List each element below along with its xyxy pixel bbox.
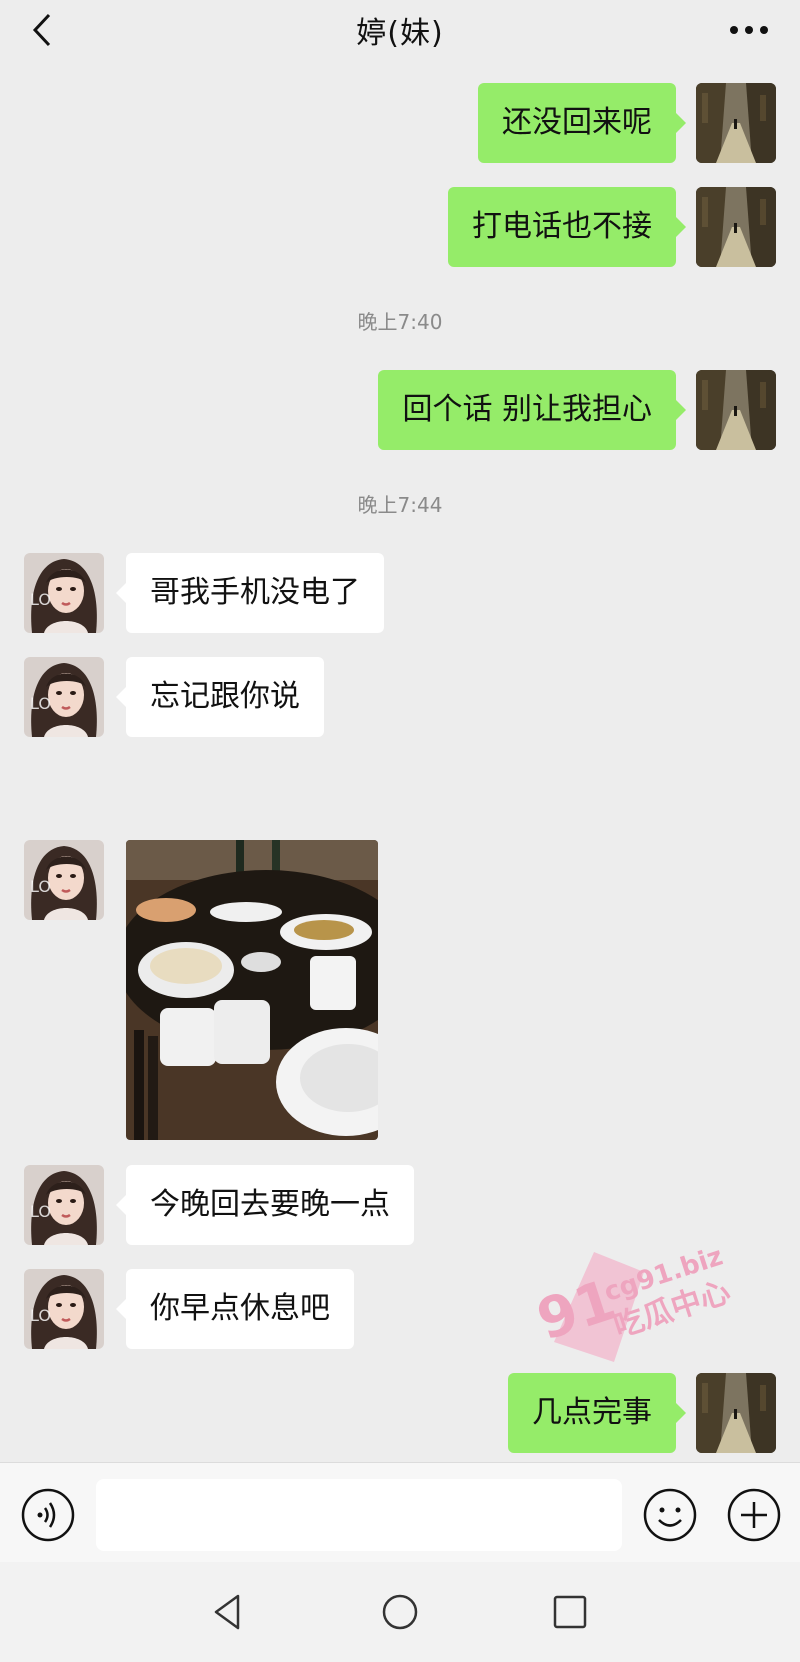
my-avatar[interactable] — [696, 187, 776, 267]
message-outgoing: 回个话 别让我担心 — [378, 370, 776, 450]
message-bubble[interactable]: 还没回来呢 — [478, 83, 686, 163]
emoji-icon — [643, 1488, 697, 1542]
back-button[interactable] — [22, 10, 62, 50]
message-outgoing: 几点完事 — [508, 1373, 776, 1453]
timestamp: 晚上7:40 — [357, 310, 443, 334]
voice-icon — [21, 1488, 75, 1542]
message-bubble[interactable]: 忘记跟你说 — [116, 657, 324, 737]
message-bubble[interactable]: 打电话也不接 — [448, 187, 686, 267]
message-incoming: 今晚回去要晚一点 — [24, 1165, 414, 1245]
message-bubble[interactable]: 回个话 别让我担心 — [378, 370, 686, 450]
contact-avatar[interactable] — [24, 1165, 104, 1245]
chevron-left-icon — [32, 13, 51, 47]
timestamp: 晚上7:44 — [357, 493, 443, 517]
message-incoming: 忘记跟你说 — [24, 657, 324, 737]
shared-photo[interactable] — [126, 840, 378, 1140]
contact-avatar[interactable] — [24, 657, 104, 737]
chat-title: 婷(妹) — [356, 16, 444, 51]
message-bubble[interactable]: 哥我手机没电了 — [116, 553, 384, 633]
site-watermark: 91 cg91.biz 吃瓜中心 — [530, 1222, 754, 1372]
more-dots-icon — [730, 26, 768, 34]
nav-home-button[interactable] — [378, 1590, 422, 1634]
message-input[interactable] — [96, 1479, 622, 1551]
message-incoming: 你早点休息吧 — [24, 1269, 354, 1349]
square-recents-icon — [553, 1595, 587, 1629]
plus-icon — [727, 1488, 781, 1542]
contact-avatar[interactable] — [24, 840, 104, 920]
more-functions-button[interactable] — [726, 1487, 782, 1543]
message-bubble[interactable]: 今晚回去要晚一点 — [116, 1165, 414, 1245]
contact-avatar[interactable] — [24, 1269, 104, 1349]
nav-back-button[interactable] — [206, 1590, 250, 1634]
more-options-button[interactable] — [724, 10, 774, 50]
chat-header: 婷(妹) — [0, 0, 800, 60]
contact-avatar[interactable] — [24, 553, 104, 633]
message-incoming: 哥我手机没电了 — [24, 553, 384, 633]
voice-input-button[interactable] — [20, 1487, 76, 1543]
my-avatar[interactable] — [696, 1373, 776, 1453]
message-bubble[interactable]: 几点完事 — [508, 1373, 686, 1453]
message-outgoing: 打电话也不接 — [448, 187, 776, 267]
nav-recents-button[interactable] — [548, 1590, 592, 1634]
circle-home-icon — [382, 1594, 418, 1630]
chat-input-bar — [0, 1462, 800, 1562]
emoji-button[interactable] — [642, 1487, 698, 1543]
system-navigation-bar — [0, 1562, 800, 1662]
triangle-back-icon — [214, 1594, 240, 1630]
message-outgoing: 还没回来呢 — [478, 83, 776, 163]
my-avatar[interactable] — [696, 83, 776, 163]
message-incoming-image — [24, 840, 378, 1140]
my-avatar[interactable] — [696, 370, 776, 450]
message-bubble[interactable]: 你早点休息吧 — [116, 1269, 354, 1349]
